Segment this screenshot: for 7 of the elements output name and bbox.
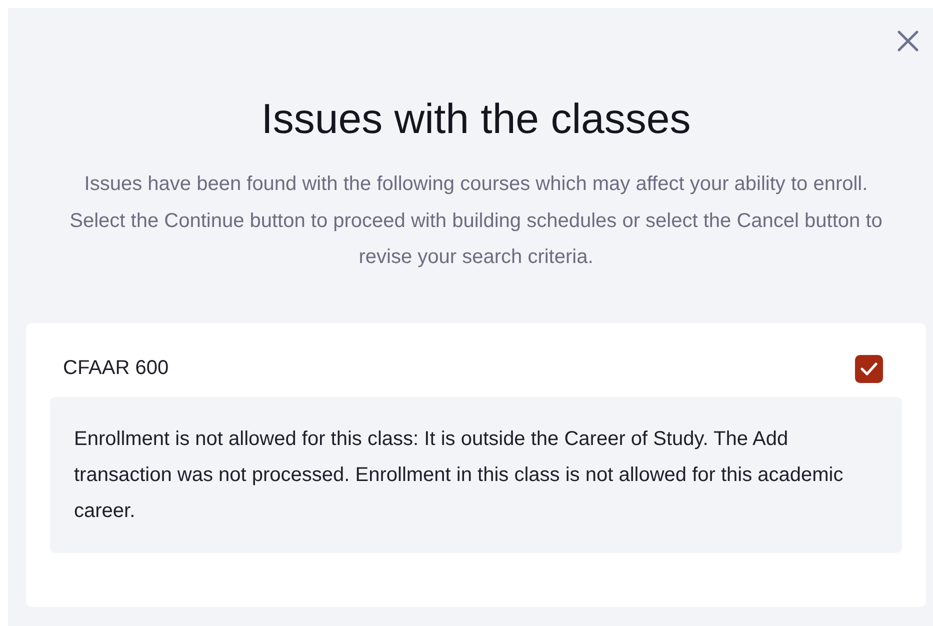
close-icon[interactable] xyxy=(897,30,919,52)
issue-message: Enrollment is not allowed for this class: It is outside the Career of Study. The Add transaction was not processed. Enrollment in this class is not allowed for this academic career. xyxy=(50,396,902,552)
dialog-title: Issues with the classes xyxy=(260,94,692,144)
checkbox[interactable] xyxy=(855,354,883,382)
dialog-description: Issues have been found with the following courses which may affect your ability to enroll. Select the Continue button to proceed with building schedules or select the Cancel button to revise your search criteria. xyxy=(68,172,884,270)
course-name: CFAAR 600 xyxy=(63,357,169,380)
check-icon xyxy=(860,362,878,376)
